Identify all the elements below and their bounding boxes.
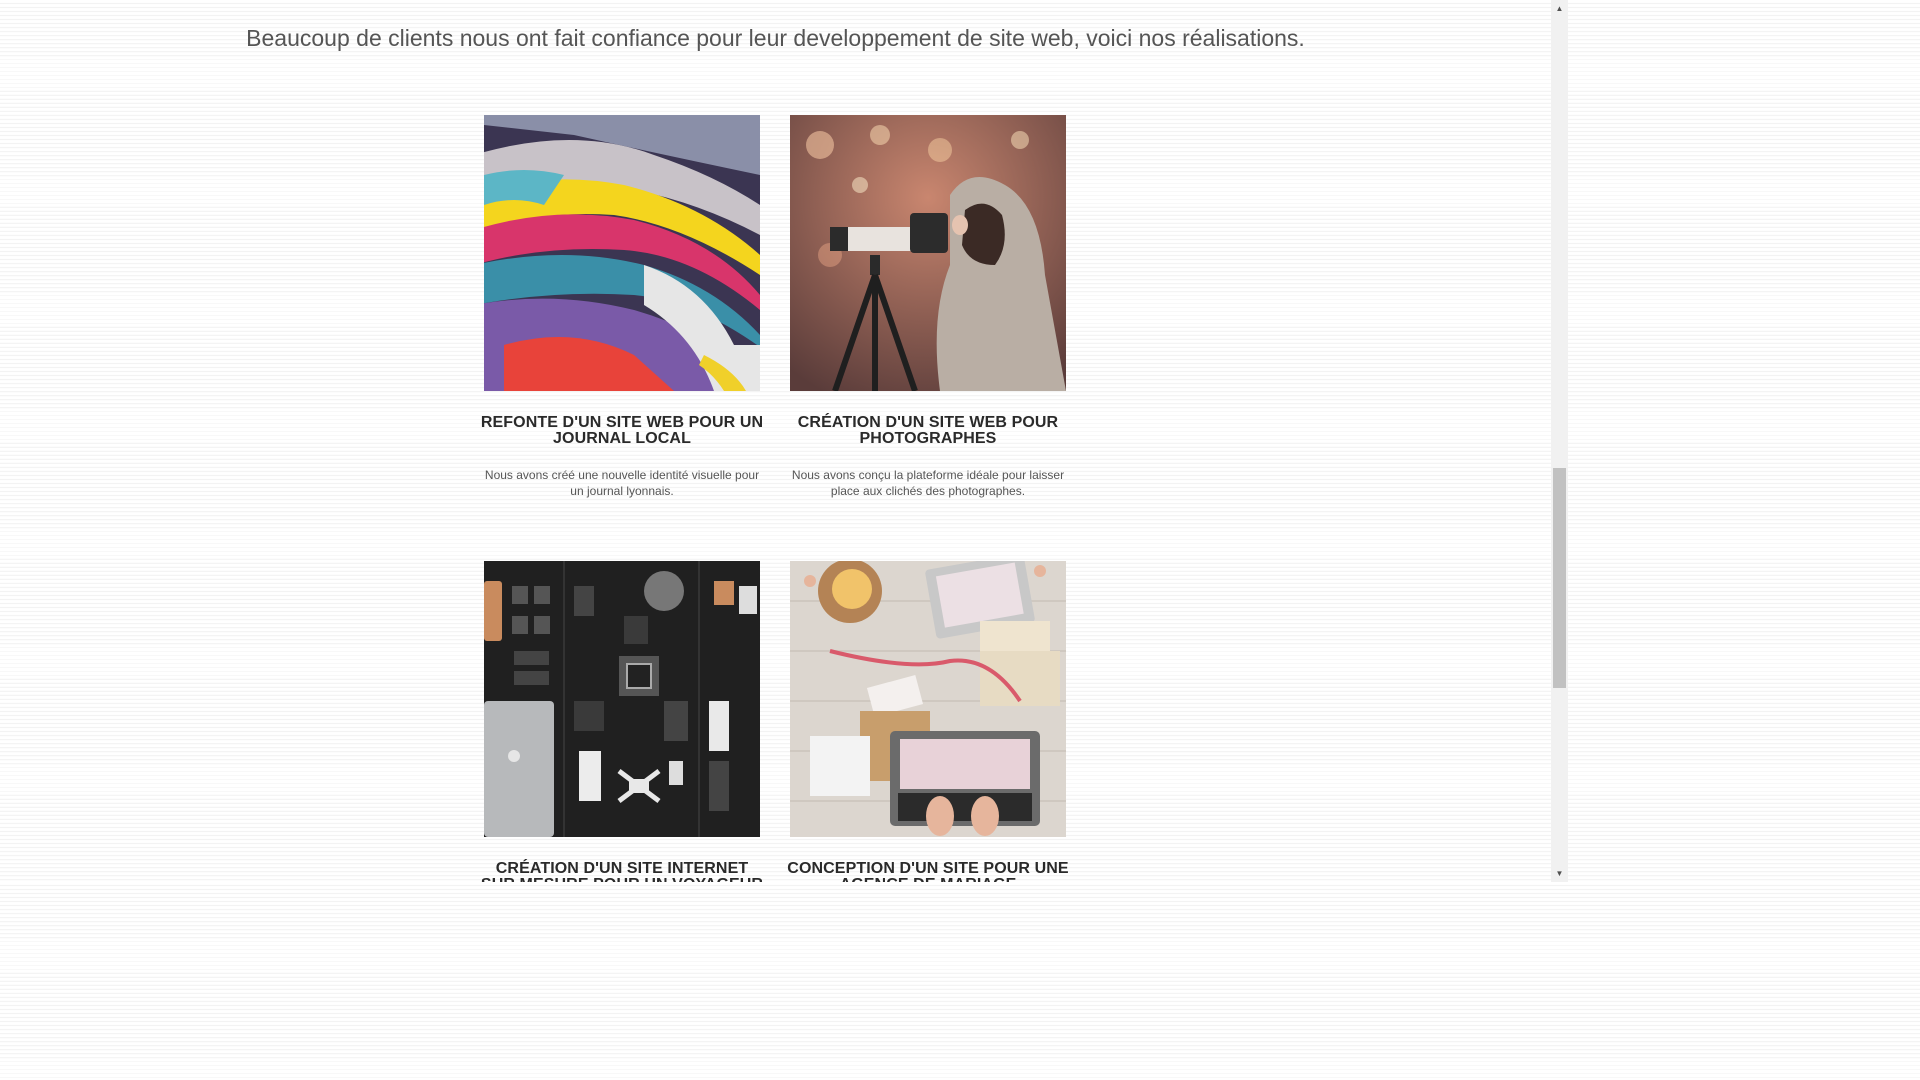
wedding-desk-image: [790, 561, 1066, 837]
project-image-wedding-desk[interactable]: [790, 561, 1066, 837]
project-image-travel-gear[interactable]: [484, 561, 760, 837]
arrow-up-icon[interactable]: ▲: [1551, 0, 1568, 17]
intro-text: Beaucoup de clients nous ont fait confia…: [246, 25, 1305, 51]
project-card[interactable]: Création d'un site internet sur mesure p…: [481, 561, 763, 882]
photographer-image: [790, 115, 1066, 391]
project-title[interactable]: Création d'un site web pour photographes: [784, 415, 1072, 447]
page-content: Beaucoup de clients nous ont fait confia…: [0, 0, 1551, 882]
project-title[interactable]: Création d'un site internet sur mesure p…: [478, 861, 766, 883]
project-description: Nous avons créé une nouvelle identité vi…: [484, 468, 760, 498]
project-card[interactable]: Création d'un site web pour photographes…: [790, 115, 1066, 499]
project-title[interactable]: Refonte d'un site web pour un journal lo…: [478, 415, 766, 447]
scrollbar-thumb[interactable]: [1553, 468, 1566, 688]
travel-gear-image: [484, 561, 760, 837]
project-image-photographer[interactable]: [790, 115, 1066, 391]
project-image-magazines[interactable]: [484, 115, 760, 391]
project-description: Nous avons conçu la plateforme idéale po…: [791, 468, 1065, 498]
vertical-scrollbar[interactable]: ▲ ▼: [1551, 0, 1568, 882]
arrow-down-icon[interactable]: ▼: [1551, 865, 1568, 882]
magazines-image: [484, 115, 760, 391]
project-card[interactable]: Conception d'un site pour une agence de …: [787, 561, 1069, 882]
project-card[interactable]: Refonte d'un site web pour un journal lo…: [481, 115, 763, 499]
project-title[interactable]: Conception d'un site pour une agence de …: [784, 861, 1072, 883]
